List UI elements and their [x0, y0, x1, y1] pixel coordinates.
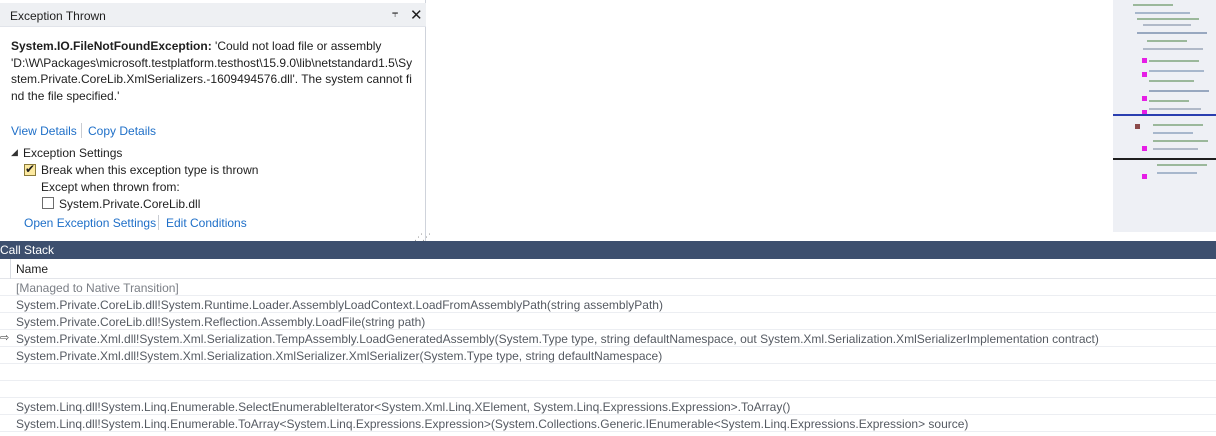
callstack-row-text: System.Private.Xml.dll!System.Xml.Serial… [16, 349, 663, 363]
callstack-title: Call Stack [0, 243, 55, 257]
callstack-row[interactable] [0, 381, 1216, 398]
callstack-row-text: System.Private.Xml.dll!System.Xml.Serial… [16, 332, 1099, 346]
corelib-checkbox[interactable] [42, 197, 54, 209]
callstack-row-text: [Managed to Native Transition] [16, 281, 179, 295]
callstack-row-text: System.Private.CoreLib.dll!System.Runtim… [16, 298, 663, 312]
except-when-thrown-from-label: Except when thrown from: [41, 180, 180, 194]
editor-minimap[interactable] [1113, 0, 1216, 232]
callstack-titlebar[interactable]: Call Stack [0, 241, 1216, 259]
pin-icon[interactable]: ⫧ [392, 8, 398, 21]
code-editor-area [426, 0, 1216, 232]
exception-type: System.IO.FileNotFoundException: [11, 39, 212, 53]
callstack-row-text: System.Linq.dll!System.Linq.Enumerable.S… [16, 400, 791, 414]
copy-details-link[interactable]: Copy Details [88, 124, 156, 138]
callstack-row-text: System.Private.CoreLib.dll!System.Reflec… [16, 315, 426, 329]
column-divider[interactable] [10, 259, 11, 279]
close-icon[interactable]: ✕ [410, 6, 423, 24]
callstack-row[interactable] [0, 364, 1216, 381]
callstack-row[interactable]: System.Private.CoreLib.dll!System.Runtim… [0, 296, 1216, 313]
break-when-thrown-label[interactable]: Break when this exception type is thrown [41, 163, 258, 177]
minimap-separator [1113, 158, 1216, 160]
corelib-label[interactable]: System.Private.CoreLib.dll [59, 197, 200, 211]
open-exception-settings-link[interactable]: Open Exception Settings [24, 216, 156, 230]
view-details-link[interactable]: View Details [11, 124, 77, 138]
exception-settings-label[interactable]: Exception Settings [23, 146, 122, 160]
callstack-header-row: Name [0, 259, 1216, 279]
collapse-triangle-icon[interactable]: ◢ [11, 147, 18, 158]
exception-thrown-popup: Exception Thrown ⫧ ✕ System.IO.FileNotFo… [0, 0, 431, 246]
callstack-panel: Name [Managed to Native Transition] Syste… [0, 259, 1216, 436]
callstack-row[interactable]: [Managed to Native Transition] [0, 279, 1216, 296]
link-divider [158, 215, 159, 230]
callstack-row[interactable]: System.Linq.dll!System.Linq.Enumerable.T… [0, 415, 1216, 432]
edit-conditions-link[interactable]: Edit Conditions [166, 216, 247, 230]
link-divider [81, 123, 82, 138]
callstack-row[interactable]: ⇨ System.Private.Xml.dll!System.Xml.Seria… [0, 330, 1216, 347]
exception-message: System.IO.FileNotFoundException: 'Could … [11, 38, 413, 104]
current-frame-arrow-icon: ⇨ [0, 332, 10, 344]
column-header-name[interactable]: Name [16, 262, 48, 276]
break-when-thrown-checkbox[interactable]: ✔ [24, 162, 36, 176]
checkmark-icon: ✔ [25, 162, 36, 176]
callstack-row[interactable]: System.Linq.dll!System.Linq.Enumerable.S… [0, 398, 1216, 415]
callstack-row-text: System.Linq.dll!System.Linq.Enumerable.T… [16, 417, 969, 431]
popup-header: Exception Thrown ⫧ ✕ [0, 3, 426, 27]
callstack-row[interactable]: System.Private.CoreLib.dll!System.Reflec… [0, 313, 1216, 330]
minimap-current-line [1113, 114, 1216, 116]
popup-title: Exception Thrown [10, 9, 106, 23]
callstack-row[interactable]: System.Private.Xml.dll!System.Xml.Serial… [0, 347, 1216, 364]
